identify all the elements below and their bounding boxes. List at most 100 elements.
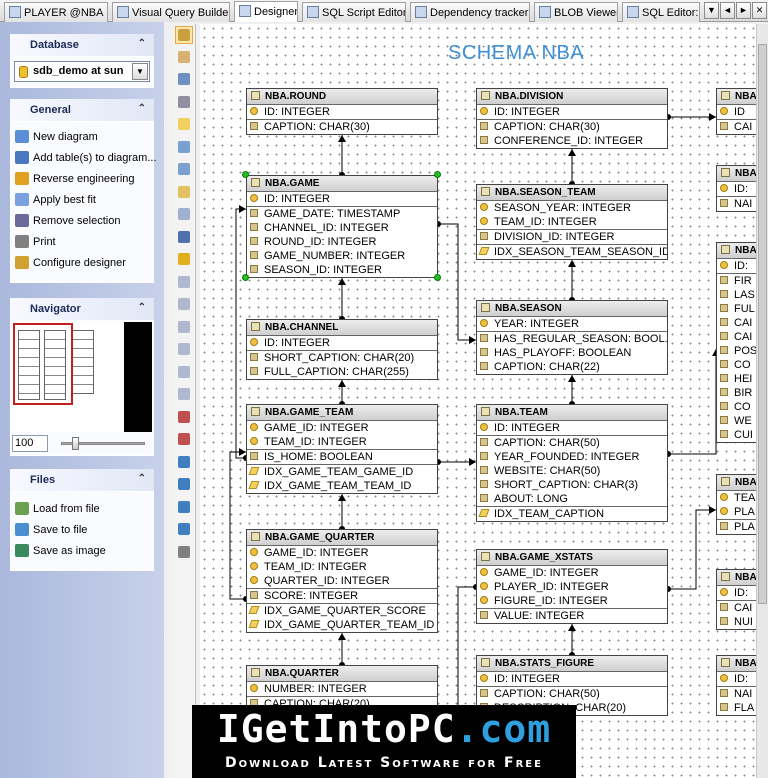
selection-handle[interactable] (434, 171, 441, 178)
key-column-row[interactable]: ID: INTEGER (247, 192, 437, 206)
tab-list-dropdown-icon[interactable]: ▼ (704, 2, 719, 19)
column-row[interactable]: IS_HOME: BOOLEAN (247, 450, 437, 464)
canvas-vertical-scrollbar[interactable] (756, 24, 768, 778)
key-column-row[interactable]: GAME_ID: INTEGER (247, 421, 437, 435)
fit-tool-button[interactable] (175, 229, 193, 247)
column-row[interactable]: CAPTION: CHAR(22) (477, 360, 667, 374)
index-row[interactable]: IDX_GAME_TEAM_TEAM_ID (247, 479, 437, 493)
general-item-print[interactable]: Print (15, 235, 56, 253)
table-r3[interactable]: NBA ID: FIR LAS FUL CAI CAI POS CO HEI BIR CO WE CUI (716, 242, 756, 443)
note-tool-button[interactable] (175, 116, 193, 134)
files-section-header[interactable]: Files ⌃ (10, 469, 154, 491)
table-game-xstats[interactable]: NBA.GAME_XSTATS GAME_ID: INTEGER PLAYER_ID… (476, 549, 668, 624)
tab-close-icon[interactable]: ✕ (752, 2, 767, 19)
column-row[interactable]: CAI (717, 316, 756, 330)
zoom-slider[interactable] (61, 437, 145, 450)
general-item-apply-best-fit[interactable]: Apply best fit (15, 193, 96, 211)
selection-handle[interactable] (242, 171, 249, 178)
align-tool-button[interactable] (175, 296, 193, 314)
tab-scroll-right-icon[interactable]: ► (736, 2, 751, 19)
table-header[interactable]: NBA (717, 166, 756, 182)
lock-tool-button[interactable] (175, 251, 193, 269)
column-row[interactable]: FIR (717, 274, 756, 288)
key-column-row[interactable]: PLA (717, 505, 756, 519)
table-r4[interactable]: NBA TEA PLA PLA (716, 474, 756, 535)
column-row[interactable]: CAI (717, 330, 756, 344)
relation-tool-button[interactable] (175, 139, 193, 157)
table-header[interactable]: NBA (717, 89, 756, 105)
column-row[interactable]: WE (717, 414, 756, 428)
diagram-canvas[interactable]: SCHEMA NBA NBA.ROUND ID: INTEGER CAPTION: … (200, 24, 756, 778)
column-row[interactable]: CO (717, 400, 756, 414)
column-row[interactable]: HEI (717, 372, 756, 386)
index-row[interactable]: IDX_GAME_QUARTER_TEAM_ID (247, 618, 437, 632)
table-channel[interactable]: NBA.CHANNEL ID: INTEGER SHORT_CAPTION: CHA… (246, 319, 438, 380)
tab-designer[interactable]: Designer (234, 1, 298, 22)
table-header[interactable]: NBA (717, 475, 756, 491)
pointer-tool-button[interactable] (175, 26, 193, 44)
key-column-row[interactable]: ID (717, 105, 756, 119)
table-header[interactable]: NBA.SEASON (477, 301, 667, 317)
tab-sql-script-editor[interactable]: SQL Script Editor (302, 2, 406, 22)
column-row[interactable]: ROUND_ID: INTEGER (247, 235, 437, 249)
key-column-row[interactable]: TEAM_ID: INTEGER (247, 435, 437, 449)
table-r5[interactable]: NBA ID: CAI NUI (716, 569, 756, 630)
table-header[interactable]: NBA (717, 656, 756, 672)
table-game-team[interactable]: NBA.GAME_TEAM GAME_ID: INTEGER TEAM_ID: IN… (246, 404, 438, 494)
key-column-row[interactable]: ID: (717, 259, 756, 273)
hand-tool-button[interactable] (175, 49, 193, 67)
zoom-slider-thumb[interactable] (72, 437, 79, 450)
column-row[interactable]: YEAR_FOUNDED: INTEGER (477, 450, 667, 464)
table-r2[interactable]: NBA ID: NAI (716, 165, 756, 212)
navigator-section-header[interactable]: Navigator ⌃ (10, 298, 154, 320)
table-r6[interactable]: NBA ID: NAI FLA (716, 655, 756, 716)
table-header[interactable]: NBA.GAME_TEAM (247, 405, 437, 421)
column-row[interactable]: SCORE: INTEGER (247, 589, 437, 603)
column-row[interactable]: CAPTION: CHAR(50) (477, 436, 667, 450)
tab-visual-query-builder[interactable]: Visual Query Builder (112, 2, 230, 22)
tab-dependency-tracker[interactable]: Dependency tracker (410, 2, 530, 22)
column-row[interactable]: POS (717, 344, 756, 358)
column-row[interactable]: NUI (717, 615, 756, 629)
column-row[interactable]: GAME_DATE: TIMESTAMP (247, 207, 437, 221)
key-column-row[interactable]: ID: INTEGER (247, 105, 437, 119)
zoom-tool-button[interactable] (175, 71, 193, 89)
general-item-reverse-engineering[interactable]: Reverse engineering (15, 172, 135, 190)
tab-player-nba[interactable]: PLAYER @NBA (4, 2, 108, 22)
key-column-row[interactable]: ID: INTEGER (477, 105, 667, 119)
column-row[interactable]: SHORT_CAPTION: CHAR(3) (477, 478, 667, 492)
column-row[interactable]: SEASON_ID: INTEGER (247, 263, 437, 277)
table-game[interactable]: NBA.GAME ID: INTEGER GAME_DATE: TIMESTAMP C… (246, 175, 438, 278)
chevron-down-icon[interactable]: ▼ (132, 63, 148, 80)
files-item-save-to-file[interactable]: Save to file (15, 523, 87, 541)
general-item-remove-selection[interactable]: Remove selection (15, 214, 120, 232)
key-column-row[interactable]: TEAM_ID: INTEGER (477, 215, 667, 229)
align-tool-button[interactable] (175, 319, 193, 337)
index-row[interactable]: IDX_SEASON_TEAM_SEASON_ID (477, 245, 667, 259)
column-row[interactable]: FUL (717, 302, 756, 316)
column-row[interactable]: CAPTION: CHAR(30) (477, 120, 667, 134)
column-row[interactable]: CAI (717, 120, 756, 134)
column-row[interactable]: DIVISION_ID: INTEGER (477, 230, 667, 244)
column-row[interactable]: CUI (717, 428, 756, 442)
column-row[interactable]: CAI (717, 601, 756, 615)
general-section-header[interactable]: General ⌃ (10, 99, 154, 121)
key-column-row[interactable]: GAME_ID: INTEGER (247, 546, 437, 560)
scrollbar-thumb[interactable] (758, 44, 767, 604)
files-item-load-from-file[interactable]: Load from file (15, 502, 100, 520)
table-tool-button[interactable] (175, 184, 193, 202)
general-item-configure-designer[interactable]: Configure designer (15, 256, 126, 274)
align-tool-button[interactable] (175, 386, 193, 404)
key-column-row[interactable]: ID: (717, 586, 756, 600)
files-item-save-as-image[interactable]: Save as image (15, 544, 106, 562)
navigator-minimap[interactable] (12, 322, 152, 432)
column-row[interactable]: GAME_NUMBER: INTEGER (247, 249, 437, 263)
link-tool-button[interactable] (175, 521, 193, 539)
column-row[interactable]: CAPTION: CHAR(30) (247, 120, 437, 134)
key-column-row[interactable]: SEASON_YEAR: INTEGER (477, 201, 667, 215)
selection-handle[interactable] (242, 274, 249, 281)
index-row[interactable]: IDX_GAME_TEAM_GAME_ID (247, 465, 437, 479)
selection-handle[interactable] (434, 274, 441, 281)
general-item-new-diagram[interactable]: New diagram (15, 130, 98, 148)
key-column-row[interactable]: ID: INTEGER (247, 336, 437, 350)
